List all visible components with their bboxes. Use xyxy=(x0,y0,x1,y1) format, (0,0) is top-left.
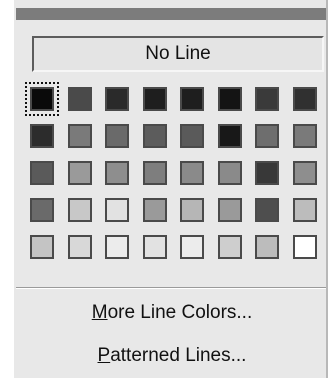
color-swatch[interactable] xyxy=(217,198,242,222)
color-swatch[interactable] xyxy=(217,124,242,148)
color-swatch[interactable] xyxy=(292,198,317,222)
color-swatch[interactable] xyxy=(217,87,242,111)
color-swatch[interactable] xyxy=(180,124,204,148)
color-swatch[interactable] xyxy=(30,198,54,222)
color-swatch[interactable] xyxy=(67,124,92,148)
color-swatch[interactable] xyxy=(67,87,92,111)
color-swatch[interactable] xyxy=(180,161,204,185)
menu-divider xyxy=(16,287,328,289)
color-swatch[interactable] xyxy=(292,87,317,111)
color-swatch[interactable] xyxy=(105,87,129,111)
patterned-lines-accelerator: P xyxy=(97,345,111,366)
color-swatch[interactable] xyxy=(142,198,167,222)
color-swatch[interactable] xyxy=(255,124,279,148)
no-line-button[interactable]: No Line xyxy=(32,36,324,72)
color-swatch[interactable] xyxy=(292,235,317,259)
color-swatch[interactable] xyxy=(67,235,92,259)
color-swatch[interactable] xyxy=(255,235,279,259)
color-swatch[interactable] xyxy=(292,161,317,185)
color-swatch[interactable] xyxy=(25,82,59,116)
color-swatch[interactable] xyxy=(142,87,167,111)
color-swatch[interactable] xyxy=(180,87,204,111)
color-swatch[interactable] xyxy=(180,198,204,222)
no-line-label: No Line xyxy=(145,43,211,64)
color-swatch[interactable] xyxy=(142,124,167,148)
color-swatch[interactable] xyxy=(255,161,279,185)
more-line-colors-label: ore Line Colors... xyxy=(107,302,253,323)
color-swatch[interactable] xyxy=(67,198,92,222)
line-color-dropdown: No Line More Line Colors... Patterned Li… xyxy=(12,0,328,378)
color-swatch[interactable] xyxy=(142,161,167,185)
color-swatch[interactable] xyxy=(67,161,92,185)
color-swatch[interactable] xyxy=(30,124,54,148)
color-swatch[interactable] xyxy=(142,235,167,259)
color-swatch-grid xyxy=(25,82,328,277)
color-swatch[interactable] xyxy=(217,161,242,185)
color-swatch[interactable] xyxy=(217,235,242,259)
color-swatch[interactable] xyxy=(105,198,129,222)
color-swatch[interactable] xyxy=(180,235,204,259)
more-line-colors-item[interactable]: More Line Colors... xyxy=(16,298,328,328)
color-swatch[interactable] xyxy=(105,124,129,148)
patterned-lines-label: atterned Lines... xyxy=(110,345,247,366)
more-line-colors-accelerator: M xyxy=(91,302,108,323)
color-swatch[interactable] xyxy=(105,161,129,185)
color-swatch[interactable] xyxy=(255,87,279,111)
color-swatch[interactable] xyxy=(105,235,129,259)
color-swatch[interactable] xyxy=(30,161,54,185)
color-swatch[interactable] xyxy=(30,235,54,259)
drag-title-bar[interactable] xyxy=(16,8,328,20)
color-swatch[interactable] xyxy=(255,198,279,222)
patterned-lines-item[interactable]: Patterned Lines... xyxy=(16,341,328,371)
color-swatch[interactable] xyxy=(292,124,317,148)
